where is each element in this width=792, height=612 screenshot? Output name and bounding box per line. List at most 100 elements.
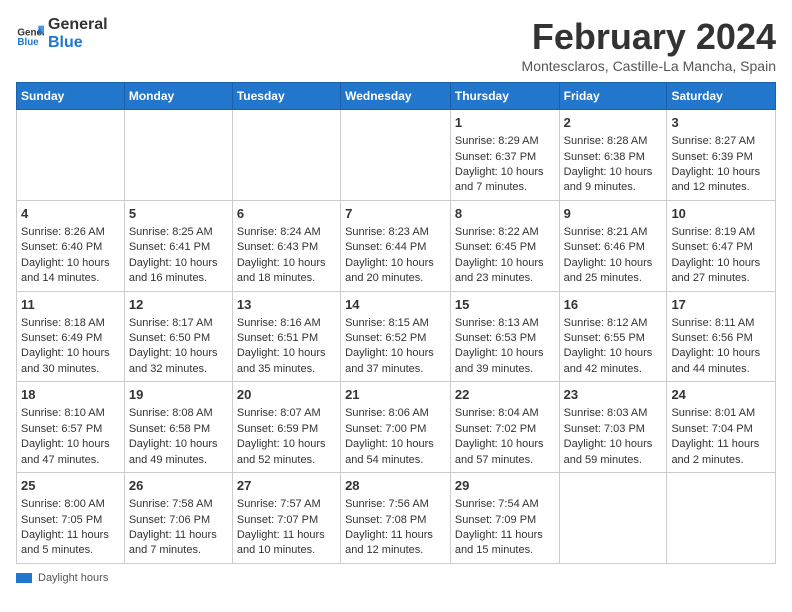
day-info: Sunrise: 8:07 AM <box>237 406 336 421</box>
day-info: and 59 minutes. <box>564 453 663 468</box>
day-info: Sunrise: 8:00 AM <box>21 497 120 512</box>
calendar-day-header: Thursday <box>450 83 559 110</box>
day-info: and 16 minutes. <box>129 271 228 286</box>
day-info: Sunrise: 8:17 AM <box>129 316 228 331</box>
day-info: Daylight: 10 hours <box>129 346 228 361</box>
day-number: 24 <box>671 386 771 404</box>
calendar-cell <box>559 473 667 564</box>
day-info: and 30 minutes. <box>21 362 120 377</box>
calendar-cell: 12Sunrise: 8:17 AMSunset: 6:50 PMDayligh… <box>124 291 232 382</box>
day-info: and 49 minutes. <box>129 453 228 468</box>
day-number: 19 <box>129 386 228 404</box>
calendar-day-header: Monday <box>124 83 232 110</box>
day-number: 14 <box>345 296 446 314</box>
day-info: Sunrise: 8:06 AM <box>345 406 446 421</box>
day-info: Sunrise: 8:01 AM <box>671 406 771 421</box>
day-info: Sunset: 7:03 PM <box>564 422 663 437</box>
day-info: Daylight: 10 hours <box>455 437 555 452</box>
day-info: and 52 minutes. <box>237 453 336 468</box>
day-info: Sunrise: 8:29 AM <box>455 134 555 149</box>
day-info: Sunrise: 8:21 AM <box>564 225 663 240</box>
day-info: Sunset: 6:44 PM <box>345 240 446 255</box>
day-info: Sunset: 6:56 PM <box>671 331 771 346</box>
day-number: 3 <box>671 114 771 132</box>
calendar-cell <box>667 473 776 564</box>
calendar-cell: 4Sunrise: 8:26 AMSunset: 6:40 PMDaylight… <box>17 200 125 291</box>
day-number: 22 <box>455 386 555 404</box>
calendar-cell: 24Sunrise: 8:01 AMSunset: 7:04 PMDayligh… <box>667 382 776 473</box>
calendar-cell: 27Sunrise: 7:57 AMSunset: 7:07 PMDayligh… <box>232 473 340 564</box>
day-info: Sunset: 6:57 PM <box>21 422 120 437</box>
day-info: Sunset: 6:59 PM <box>237 422 336 437</box>
day-info: Sunset: 6:47 PM <box>671 240 771 255</box>
page-header: General Blue General Blue February 2024 … <box>16 16 776 74</box>
day-info: Sunrise: 8:13 AM <box>455 316 555 331</box>
day-info: Sunrise: 8:26 AM <box>21 225 120 240</box>
calendar-cell: 8Sunrise: 8:22 AMSunset: 6:45 PMDaylight… <box>450 200 559 291</box>
day-info: and 35 minutes. <box>237 362 336 377</box>
day-number: 1 <box>455 114 555 132</box>
day-number: 26 <box>129 477 228 495</box>
calendar-day-header: Wednesday <box>341 83 451 110</box>
calendar-week-row: 25Sunrise: 8:00 AMSunset: 7:05 PMDayligh… <box>17 473 776 564</box>
day-number: 28 <box>345 477 446 495</box>
calendar-cell: 3Sunrise: 8:27 AMSunset: 6:39 PMDaylight… <box>667 110 776 201</box>
day-info: Sunset: 7:02 PM <box>455 422 555 437</box>
day-info: Sunrise: 7:54 AM <box>455 497 555 512</box>
day-info: and 27 minutes. <box>671 271 771 286</box>
day-info: and 10 minutes. <box>237 543 336 558</box>
day-info: Sunrise: 8:22 AM <box>455 225 555 240</box>
calendar-cell <box>124 110 232 201</box>
day-info: and 12 minutes. <box>345 543 446 558</box>
day-info: Daylight: 10 hours <box>345 346 446 361</box>
day-info: and 7 minutes. <box>455 180 555 195</box>
day-info: and 12 minutes. <box>671 180 771 195</box>
day-info: Sunset: 6:46 PM <box>564 240 663 255</box>
day-info: Sunrise: 8:25 AM <box>129 225 228 240</box>
day-info: Sunrise: 8:12 AM <box>564 316 663 331</box>
day-info: and 42 minutes. <box>564 362 663 377</box>
day-number: 17 <box>671 296 771 314</box>
day-info: Daylight: 11 hours <box>21 528 120 543</box>
day-info: Sunrise: 8:18 AM <box>21 316 120 331</box>
day-number: 11 <box>21 296 120 314</box>
day-number: 6 <box>237 205 336 223</box>
calendar-week-row: 1Sunrise: 8:29 AMSunset: 6:37 PMDaylight… <box>17 110 776 201</box>
logo-line1: General <box>48 16 108 34</box>
day-info: and 54 minutes. <box>345 453 446 468</box>
day-info: Daylight: 11 hours <box>345 528 446 543</box>
day-number: 20 <box>237 386 336 404</box>
calendar-cell: 7Sunrise: 8:23 AMSunset: 6:44 PMDaylight… <box>341 200 451 291</box>
calendar-cell: 16Sunrise: 8:12 AMSunset: 6:55 PMDayligh… <box>559 291 667 382</box>
day-info: Sunset: 6:58 PM <box>129 422 228 437</box>
calendar-week-row: 18Sunrise: 8:10 AMSunset: 6:57 PMDayligh… <box>17 382 776 473</box>
calendar-table: SundayMondayTuesdayWednesdayThursdayFrid… <box>16 82 776 564</box>
day-info: Sunset: 6:50 PM <box>129 331 228 346</box>
day-info: Sunset: 7:06 PM <box>129 513 228 528</box>
day-info: Sunset: 7:05 PM <box>21 513 120 528</box>
day-info: Sunset: 6:41 PM <box>129 240 228 255</box>
day-info: Daylight: 11 hours <box>671 437 771 452</box>
day-info: and 2 minutes. <box>671 453 771 468</box>
day-info: Sunrise: 8:19 AM <box>671 225 771 240</box>
day-info: and 5 minutes. <box>21 543 120 558</box>
day-info: Daylight: 10 hours <box>21 346 120 361</box>
calendar-cell: 21Sunrise: 8:06 AMSunset: 7:00 PMDayligh… <box>341 382 451 473</box>
day-info: Daylight: 10 hours <box>455 165 555 180</box>
day-info: Sunset: 6:49 PM <box>21 331 120 346</box>
day-number: 8 <box>455 205 555 223</box>
calendar-day-header: Sunday <box>17 83 125 110</box>
day-info: Sunset: 6:55 PM <box>564 331 663 346</box>
day-info: Sunset: 7:00 PM <box>345 422 446 437</box>
day-info: Daylight: 10 hours <box>455 346 555 361</box>
day-info: Sunset: 6:51 PM <box>237 331 336 346</box>
day-info: Sunset: 6:53 PM <box>455 331 555 346</box>
calendar-day-header: Friday <box>559 83 667 110</box>
day-info: Daylight: 10 hours <box>671 346 771 361</box>
legend-label: Daylight hours <box>38 572 108 584</box>
svg-text:Blue: Blue <box>17 37 39 48</box>
calendar-cell: 15Sunrise: 8:13 AMSunset: 6:53 PMDayligh… <box>450 291 559 382</box>
calendar-cell: 6Sunrise: 8:24 AMSunset: 6:43 PMDaylight… <box>232 200 340 291</box>
day-info: Sunrise: 8:23 AM <box>345 225 446 240</box>
day-info: Sunrise: 8:11 AM <box>671 316 771 331</box>
